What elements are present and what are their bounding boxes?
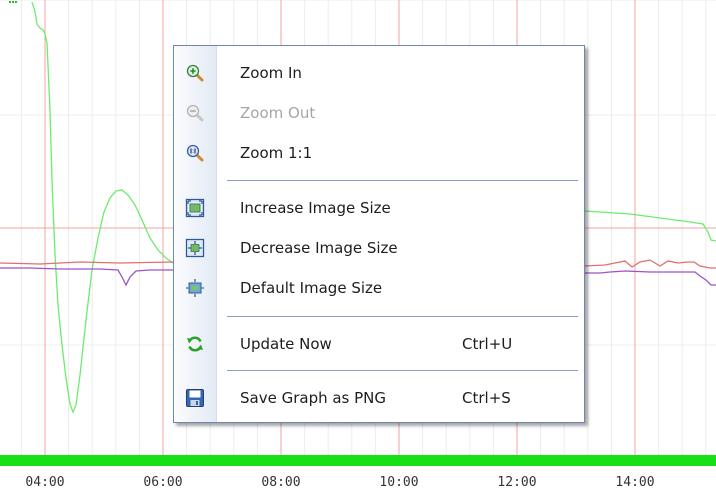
menu-item-label: Default Image Size (240, 279, 383, 297)
menu-separator (227, 370, 578, 371)
menu-item-update-now[interactable]: Update Now Ctrl+U (174, 325, 584, 363)
menu-item-zoom-out[interactable]: Zoom Out (174, 94, 584, 132)
x-tick-label: 12:00 (497, 475, 536, 490)
purple-series-line (0, 267, 173, 287)
purple-series-line-right (585, 270, 716, 286)
save-icon (185, 388, 205, 408)
x-tick-label: 04:00 (25, 475, 64, 490)
x-tick-label: 08:00 (261, 475, 300, 490)
menu-item-increase-image-size[interactable]: Increase Image Size (174, 189, 584, 227)
red-series-line-right (584, 259, 716, 269)
menu-item-save-graph-as-png[interactable]: Save Graph as PNG Ctrl+S (174, 379, 584, 417)
x-tick-label: 06:00 (143, 475, 182, 490)
menu-item-label: Increase Image Size (240, 199, 391, 217)
menu-item-label: Save Graph as PNG (240, 389, 387, 407)
zoom-reset-icon (185, 143, 205, 163)
green-marker-icon (9, 1, 17, 3)
menu-item-label: Decrease Image Size (240, 239, 398, 257)
decrease-size-icon (185, 238, 205, 258)
zoom-in-icon (185, 63, 205, 83)
refresh-icon (185, 334, 205, 354)
menu-item-shortcut: Ctrl+S (462, 389, 511, 407)
x-tick-label: 10:00 (379, 475, 418, 490)
green-series-line (31, 1, 174, 414)
menu-item-label: Zoom 1:1 (240, 144, 313, 162)
menu-item-default-image-size[interactable]: Default Image Size (174, 269, 584, 307)
menu-item-shortcut: Ctrl+U (462, 335, 513, 353)
default-size-icon (185, 278, 205, 298)
menu-item-label: Update Now (240, 335, 332, 353)
context-menu: Zoom In Zoom Out Zoom 1:1 Increase Image… (173, 45, 585, 423)
menu-item-label: Zoom Out (240, 104, 316, 122)
green-series-line-right (584, 210, 716, 242)
red-series-line (0, 261, 174, 265)
menu-item-label: Zoom In (240, 64, 302, 82)
menu-item-zoom-1-1[interactable]: Zoom 1:1 (174, 134, 584, 172)
x-axis-ticks: 04:00 06:00 08:00 10:00 12:00 14:00 (25, 475, 654, 490)
x-tick-label: 14:00 (615, 475, 654, 490)
menu-separator (227, 180, 578, 181)
status-bar (0, 455, 716, 466)
increase-size-icon (185, 198, 205, 218)
zoom-out-icon (185, 103, 205, 123)
menu-item-decrease-image-size[interactable]: Decrease Image Size (174, 229, 584, 267)
menu-item-zoom-in[interactable]: Zoom In (174, 54, 584, 92)
menu-separator (227, 316, 578, 317)
